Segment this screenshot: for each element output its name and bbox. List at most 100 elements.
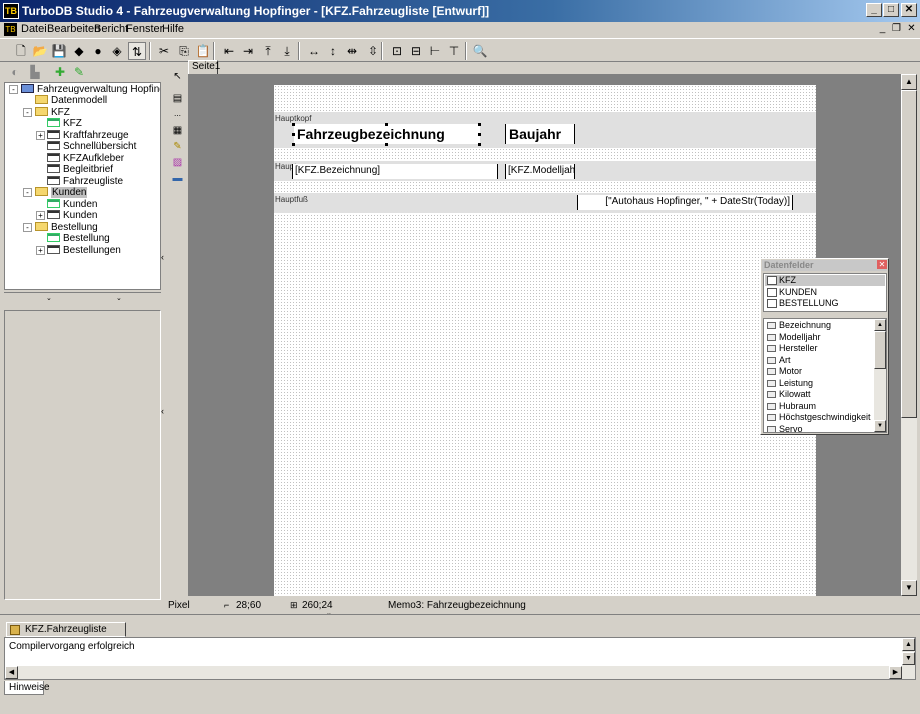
align-top-icon[interactable]: ⤒ xyxy=(259,42,277,60)
datenfelder-field-item[interactable]: Bezeichnung xyxy=(765,320,831,331)
datenfelder-field-item[interactable]: Art xyxy=(765,355,791,366)
paste-icon[interactable]: 📋 xyxy=(194,42,212,60)
mdi-restore-button[interactable]: ❐ xyxy=(890,23,903,35)
datenfelder-table-item[interactable]: KUNDEN xyxy=(765,287,885,298)
footer-expression-field[interactable]: ["Autohaus Hopfinger, " + DateStr(Today)… xyxy=(577,195,793,210)
splitter[interactable]: ⌄ ⌄ xyxy=(4,292,161,302)
tree-item[interactable]: Kunden xyxy=(47,198,97,210)
pointer-tool-icon[interactable]: ↖ xyxy=(170,70,185,84)
align-left-icon[interactable]: ⇤ xyxy=(220,42,238,60)
datenfelder-table-item[interactable]: KFZ xyxy=(765,275,885,286)
scroll-up-icon[interactable]: ▲ xyxy=(874,319,886,331)
image-tool-icon[interactable]: ▨ xyxy=(170,156,185,170)
collapse-icon[interactable]: - xyxy=(23,222,32,232)
center-horizontal-icon[interactable]: ⊡ xyxy=(388,42,406,60)
chevron-down-icon[interactable]: ⌄ xyxy=(46,294,52,302)
datenfelder-field-item[interactable]: Hubraum xyxy=(765,401,816,412)
scroll-thumb[interactable] xyxy=(901,90,917,418)
tree-item[interactable]: KFZAufkleber xyxy=(47,152,124,164)
new-item-icon[interactable]: ✎ xyxy=(70,63,88,81)
expand-icon[interactable]: + xyxy=(36,130,45,140)
datenfelder-table-item[interactable]: BESTELLUNG xyxy=(765,298,885,309)
turbodb-app-icon[interactable]: TB xyxy=(3,3,19,19)
filter-icon[interactable]: ▙ xyxy=(26,63,44,81)
copy-icon[interactable]: ⎘ xyxy=(175,42,193,60)
menu-bearbeiten[interactable]: Bearbeiten xyxy=(47,23,100,35)
band-tool-icon[interactable]: ▤ xyxy=(170,92,185,106)
tree-item[interactable]: KFZ xyxy=(35,106,70,118)
scroll-left-icon[interactable]: ◀ xyxy=(5,666,18,679)
scroll-down-icon[interactable]: ▼ xyxy=(874,420,886,432)
back-icon[interactable]: ◐ xyxy=(6,63,24,81)
document-tab[interactable]: KFZ.Fahrzeugliste [Entwurf] xyxy=(6,622,126,648)
collapse-icon[interactable]: - xyxy=(23,107,32,117)
maximize-button[interactable]: □ xyxy=(883,3,899,17)
tree-item[interactable]: Datenmodell xyxy=(35,95,107,106)
collapse-icon[interactable]: - xyxy=(9,85,18,94)
tree-item[interactable]: Kunden xyxy=(47,210,97,221)
new-folder-icon[interactable]: ✚ xyxy=(51,63,69,81)
tree-item[interactable]: Bestellung xyxy=(47,233,110,244)
modelljahr-field[interactable]: [KFZ.Modelljahr] xyxy=(505,164,575,179)
tab-order-icon[interactable]: ⇅ xyxy=(128,42,146,60)
tree-item[interactable]: Fahrzeugliste xyxy=(47,175,123,187)
picture-tool-icon[interactable]: ▬ xyxy=(170,172,185,186)
year-label-field[interactable]: Baujahr xyxy=(505,124,575,144)
mdi-close-button[interactable]: ✕ xyxy=(905,23,918,35)
globe-icon[interactable]: ● xyxy=(89,42,107,60)
mdi-minimize-button[interactable]: _ xyxy=(876,23,889,35)
open-icon[interactable]: 📂 xyxy=(31,42,49,60)
band-header[interactable]: Hauptkopf Fahrzeugbezeichnung Baujahr xyxy=(274,112,816,148)
tree-item[interactable]: Begleitbrief xyxy=(47,164,113,175)
same-width-icon[interactable]: ↔ xyxy=(305,42,323,60)
center-h-page-icon[interactable]: ⊢ xyxy=(426,42,444,60)
title-label-field[interactable]: Fahrzeugbezeichnung xyxy=(294,124,480,144)
scroll-up-icon[interactable]: ▲ xyxy=(902,638,915,651)
datenfelder-field-item[interactable]: Modelljahr xyxy=(765,332,821,343)
center-vertical-icon[interactable]: ⊟ xyxy=(407,42,425,60)
preview-icon[interactable]: 🔍 xyxy=(471,42,489,60)
tree-item[interactable]: Fahrzeugverwaltung Hopfinger xyxy=(21,84,160,95)
tree-item[interactable]: Bestellung xyxy=(35,221,98,233)
scroll-down-icon[interactable]: ▼ xyxy=(902,652,915,665)
datenfelder-field-item[interactable]: Motor xyxy=(765,366,802,377)
output-hscrollbar[interactable]: ◀ ▶ xyxy=(5,666,902,679)
minimize-button[interactable]: _ xyxy=(866,3,882,17)
same-height-icon[interactable]: ↕ xyxy=(324,42,342,60)
collapse-left-icon[interactable]: ‹ xyxy=(161,252,164,262)
space-vertical-icon[interactable]: ⇳ xyxy=(364,42,382,60)
close-button[interactable]: ✕ xyxy=(901,3,917,17)
datenfelder-field-item[interactable]: Hersteller xyxy=(765,343,818,354)
datenfelder-field-item[interactable]: Servo xyxy=(765,424,803,432)
align-right-icon[interactable]: ⇥ xyxy=(239,42,257,60)
space-horizontal-icon[interactable]: ⇹ xyxy=(343,42,361,60)
scroll-down-icon[interactable]: ▼ xyxy=(901,580,917,596)
datenfelder-field-item[interactable]: Höchstgeschwindigkeit xyxy=(765,412,871,423)
align-bottom-icon[interactable]: ⤓ xyxy=(278,42,296,60)
tree-item[interactable]: Kraftfahrzeuge xyxy=(47,129,129,141)
datenfelder-close-button[interactable]: ✕ xyxy=(877,260,887,269)
tree-item[interactable]: Schnellübersicht xyxy=(47,141,136,152)
menu-datei[interactable]: Datei xyxy=(21,23,47,35)
scroll-thumb[interactable] xyxy=(874,331,886,369)
database-icon[interactable]: ◆ xyxy=(70,42,88,60)
menu-bericht[interactable]: Bericht xyxy=(94,23,128,35)
expand-icon[interactable]: + xyxy=(36,245,45,255)
tab-seite1[interactable]: Seite1 xyxy=(188,60,220,74)
cut-icon[interactable]: ✂ xyxy=(155,42,173,60)
scroll-up-icon[interactable]: ▲ xyxy=(901,74,917,90)
tree-item[interactable]: Bestellungen xyxy=(47,244,121,256)
draw-tool-icon[interactable]: ✎ xyxy=(170,140,185,154)
expand-icon[interactable]: + xyxy=(36,211,45,220)
bezeichnung-field[interactable]: [KFZ.Bezeichnung] xyxy=(292,164,498,179)
output-scrollbar[interactable]: ▲ ▼ xyxy=(902,638,915,679)
datenfelder-field-item[interactable]: Leistung xyxy=(765,378,813,389)
new-icon[interactable]: 🗋 xyxy=(12,42,30,60)
tree-item[interactable]: Kunden xyxy=(35,187,88,198)
band-data[interactable]: Haupt [KFZ.Bezeichnung] [KFZ.Modelljahr] xyxy=(274,161,816,181)
band-footer[interactable]: Hauptfuß ["Autohaus Hopfinger, " + DateS… xyxy=(274,193,816,213)
menu-hilfe[interactable]: Hilfe xyxy=(162,23,184,35)
document-system-icon[interactable]: TB xyxy=(4,23,17,36)
chevron-down-icon[interactable]: ⌄ xyxy=(116,294,122,302)
tree-item[interactable]: KFZ xyxy=(47,118,82,129)
